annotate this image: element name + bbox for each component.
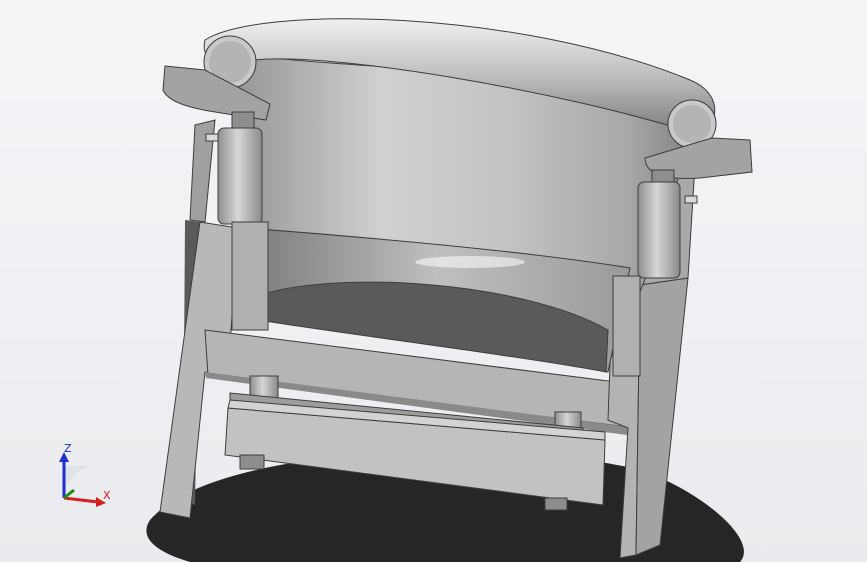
cad-model-view[interactable] bbox=[0, 0, 867, 562]
z-axis-label: Z bbox=[64, 442, 72, 455]
x-axis-label: X bbox=[103, 489, 111, 502]
coordinate-triad: Z X bbox=[50, 440, 120, 510]
x-axis bbox=[63, 496, 99, 504]
graphics-viewport[interactable]: Z X bbox=[0, 0, 867, 562]
